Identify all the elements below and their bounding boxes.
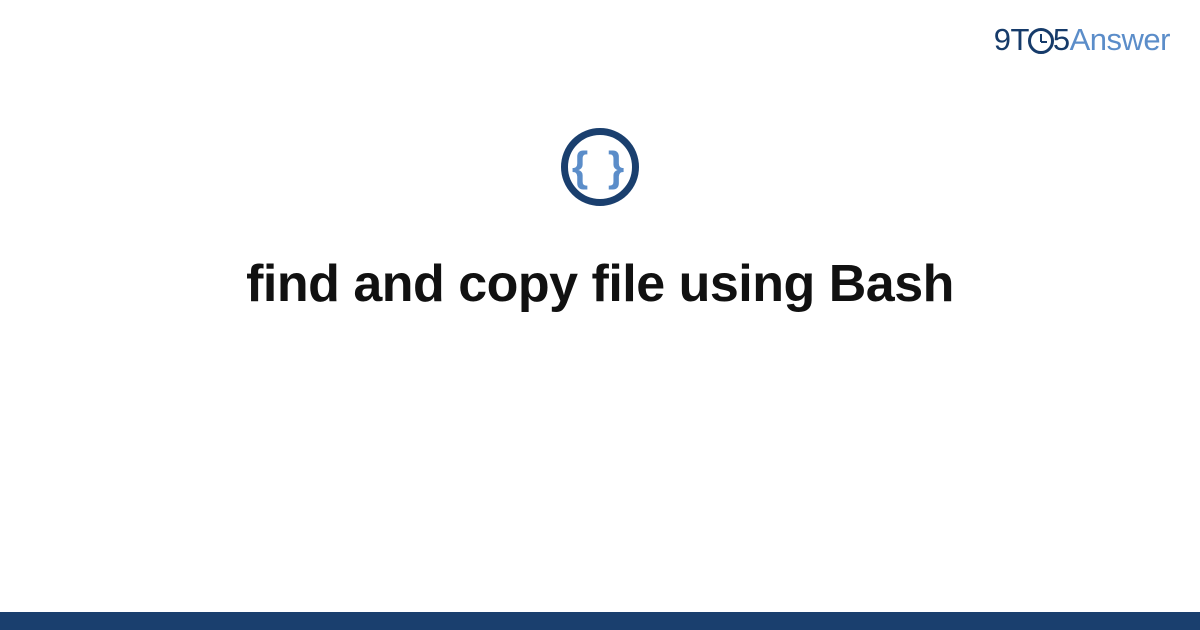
- page-title: find and copy file using Bash: [246, 254, 954, 314]
- clock-icon: [1028, 28, 1054, 54]
- braces-icon: { }: [572, 146, 628, 188]
- footer-bar: [0, 612, 1200, 630]
- category-icon-circle: { }: [561, 128, 639, 206]
- logo-t: T: [1010, 22, 1028, 57]
- logo-nine: 9: [994, 22, 1011, 57]
- logo-answer: Answer: [1070, 22, 1170, 57]
- site-logo: 9T5Answer: [994, 22, 1170, 58]
- main-content: { } find and copy file using Bash: [0, 128, 1200, 314]
- logo-five: 5: [1053, 22, 1070, 57]
